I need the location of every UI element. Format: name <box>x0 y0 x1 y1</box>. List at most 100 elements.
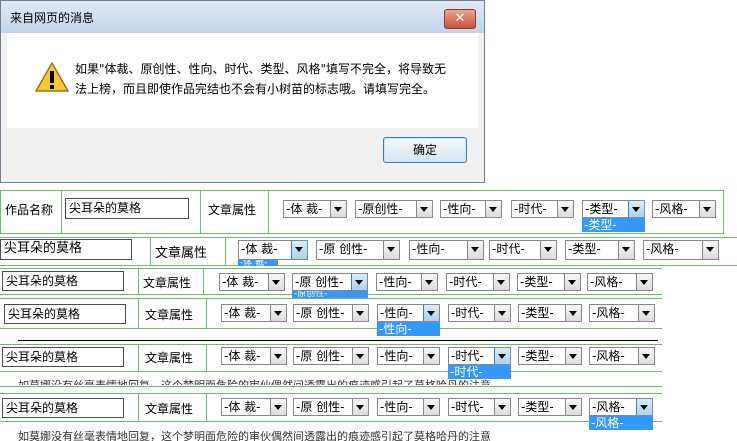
chevron-down-icon[interactable] <box>494 399 510 415</box>
chevron-down-icon[interactable] <box>564 274 580 290</box>
dialog-titlebar[interactable]: 来自网页的消息 ✕ <box>1 1 484 33</box>
type-select[interactable]: -类型- <box>517 273 581 291</box>
style-select[interactable]: -风格- <box>589 398 653 416</box>
chevron-down-icon[interactable] <box>330 201 346 217</box>
style-select[interactable]: -风格- <box>652 200 716 218</box>
originality-select[interactable]: -原 创性- <box>292 273 368 291</box>
chevron-down-icon[interactable] <box>699 201 715 217</box>
chevron-down-icon[interactable] <box>636 274 652 290</box>
title-input[interactable]: 尖耳朵的莫格 <box>4 304 126 324</box>
message-dialog: 来自网页的消息 ✕ 如果"体裁、原创性、性向、时代、类型、风格"填写不完全，将导… <box>0 0 485 183</box>
attr-label: 文章属性 <box>208 203 257 217</box>
genre-select[interactable]: -体 裁- <box>238 240 308 260</box>
era-select[interactable]: -时代- <box>448 398 511 416</box>
chevron-down-icon[interactable] <box>270 348 286 364</box>
chevron-down-icon[interactable] <box>416 201 432 217</box>
era-select[interactable]: -时代- <box>489 240 557 260</box>
orientation-select[interactable]: -性向- <box>377 304 440 322</box>
attr-label: 文章属性 <box>145 308 194 322</box>
chevron-down-icon[interactable] <box>485 201 501 217</box>
era-select[interactable]: -时代- <box>511 200 574 218</box>
genre-select[interactable]: -体 裁- <box>219 273 285 291</box>
genre-select[interactable]: -体 裁- <box>283 200 347 218</box>
chevron-down-icon[interactable] <box>423 305 439 321</box>
chevron-down-icon[interactable] <box>540 241 556 259</box>
chevron-down-icon[interactable] <box>467 241 483 259</box>
chevron-down-icon[interactable] <box>291 241 307 259</box>
type-select[interactable]: -类型- <box>518 398 582 416</box>
chevron-down-icon[interactable] <box>270 399 286 415</box>
chevron-down-icon[interactable] <box>423 399 439 415</box>
title-input[interactable]: 尖耳朵的莫格 <box>65 198 189 219</box>
era-select[interactable]: -时代- <box>448 347 511 365</box>
chevron-down-icon[interactable] <box>383 241 399 259</box>
style-select[interactable]: -风格- <box>589 347 655 365</box>
chevron-down-icon[interactable] <box>351 274 367 290</box>
chevron-down-icon[interactable] <box>352 348 368 364</box>
chevron-down-icon[interactable] <box>352 305 368 321</box>
dropdown-option[interactable]: -时代- <box>448 365 511 379</box>
close-icon: ✕ <box>454 11 466 26</box>
chevron-down-icon[interactable] <box>557 201 573 217</box>
era-select[interactable]: -时代- <box>448 304 511 322</box>
orientation-select[interactable]: -性向- <box>440 200 502 218</box>
genre-select[interactable]: -体 裁- <box>221 398 287 416</box>
dialog-message-line: 法上榜，而且即使作品完结也不会有小树苗的标志哦。请填写完全。 <box>75 82 436 96</box>
attr-label: 文章属性 <box>143 276 192 290</box>
originality-select[interactable]: -原 创性- <box>293 304 369 322</box>
attr-label: 文章属性 <box>145 402 194 416</box>
dropdown-option[interactable]: -风格- <box>589 416 653 430</box>
type-select[interactable]: -类型- <box>582 200 645 218</box>
chevron-down-icon[interactable] <box>493 274 509 290</box>
originality-select[interactable]: -原 创性- <box>293 398 369 416</box>
warning-icon <box>35 61 69 92</box>
originality-select[interactable]: -原 创性- <box>293 347 369 365</box>
chevron-down-icon[interactable] <box>618 241 634 259</box>
chevron-down-icon[interactable] <box>565 305 581 321</box>
style-select[interactable]: -风格- <box>589 304 655 322</box>
originality-select[interactable]: -原创性- <box>355 200 433 218</box>
originality-select[interactable]: -原 创性- <box>316 240 400 260</box>
dropdown-option[interactable]: -类型- <box>582 218 645 232</box>
chevron-down-icon[interactable] <box>270 305 286 321</box>
chevron-down-icon[interactable] <box>628 201 644 217</box>
chevron-down-icon[interactable] <box>494 305 510 321</box>
orientation-select[interactable]: -性向- <box>377 347 440 365</box>
type-select[interactable]: -类型- <box>518 347 582 365</box>
chevron-down-icon[interactable] <box>268 274 284 290</box>
chevron-down-icon[interactable] <box>421 274 437 290</box>
orientation-select[interactable]: -性向- <box>377 398 440 416</box>
era-select[interactable]: -时代- <box>446 273 510 291</box>
style-select[interactable]: -风格- <box>643 240 719 260</box>
chevron-down-icon[interactable] <box>352 399 368 415</box>
chevron-down-icon[interactable] <box>702 241 718 259</box>
style-select[interactable]: -风格- <box>587 273 653 291</box>
ok-button[interactable]: 确定 <box>383 137 467 163</box>
genre-select[interactable]: -体 裁- <box>221 304 287 322</box>
dialog-message: 如果"体裁、原创性、性向、时代、类型、风格"填写不完全，将导致无 法上榜，而且即… <box>75 59 470 99</box>
orientation-select[interactable]: -性向- <box>376 273 438 291</box>
dropdown-option[interactable]: -原创性- <box>292 291 368 298</box>
chevron-down-icon[interactable] <box>565 399 581 415</box>
orientation-select[interactable]: -性向- <box>409 240 484 260</box>
type-select[interactable]: -类型- <box>518 304 582 322</box>
chevron-down-icon[interactable] <box>565 348 581 364</box>
title-input[interactable]: 尖耳朵的莫格 <box>0 239 132 260</box>
dialog-message-area: 如果"体裁、原创性、性向、时代、类型、风格"填写不完全，将导致无 法上榜，而且即… <box>7 33 478 128</box>
close-button[interactable]: ✕ <box>444 9 476 29</box>
genre-select[interactable]: -体 裁- <box>221 347 287 365</box>
dialog-title: 来自网页的消息 <box>10 11 95 25</box>
dropdown-option[interactable]: -体 裁- <box>238 260 278 266</box>
dropdown-option[interactable]: -性向- <box>377 322 440 336</box>
chevron-down-icon[interactable] <box>638 305 654 321</box>
chevron-down-icon[interactable] <box>638 348 654 364</box>
type-select[interactable]: -类型- <box>565 240 635 260</box>
chevron-down-icon[interactable] <box>636 399 652 415</box>
chevron-down-icon[interactable] <box>494 348 510 364</box>
chevron-down-icon[interactable] <box>423 348 439 364</box>
title-input[interactable]: 尖耳朵的莫格 <box>2 271 124 291</box>
title-input[interactable]: 尖耳朵的莫格 <box>2 347 124 367</box>
overlapped-text: 如莫娜没有丝毫表情地回复，这个梦明面危险的审伙偶然间透露出的痕迹感引起了莫格哈丹… <box>18 379 578 385</box>
work-name-label: 作品名称 <box>5 203 54 217</box>
title-input[interactable]: 尖耳朵的莫格 <box>2 398 124 418</box>
